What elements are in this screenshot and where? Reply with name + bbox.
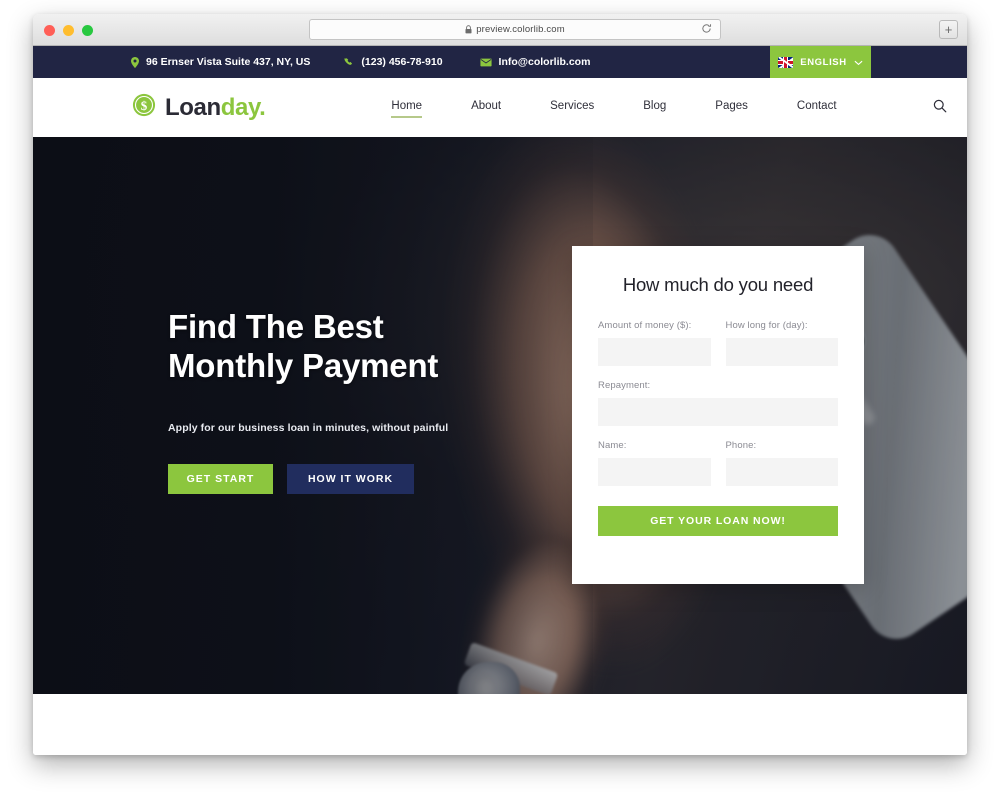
url-text: preview.colorlib.com — [476, 24, 565, 35]
field-name: Name: — [598, 440, 711, 486]
contact-phone: (123) 456-78-910 — [344, 56, 443, 68]
page-viewport: 96 Ernser Vista Suite 437, NY, US (123) … — [33, 46, 967, 755]
logo-accent: day. — [220, 93, 266, 121]
loan-application-form: How much do you need Amount of money ($)… — [572, 246, 864, 584]
site-header: $ Loanday. Home About Services Blog Page… — [33, 78, 967, 137]
minimize-window-button[interactable] — [63, 25, 74, 36]
nav-item-blog[interactable]: Blog — [643, 100, 666, 116]
chevron-down-icon — [854, 53, 863, 71]
contact-address: 96 Ernser Vista Suite 437, NY, US — [131, 56, 310, 68]
contact-email: Info@colorlib.com — [479, 56, 591, 68]
field-amount-of-money: Amount of money ($): — [598, 320, 711, 366]
repayment-input[interactable] — [598, 398, 838, 426]
nav-item-contact[interactable]: Contact — [797, 100, 837, 116]
envelope-icon — [479, 58, 492, 67]
name-input[interactable] — [598, 458, 711, 486]
field-how-long-for: How long for (day): — [725, 320, 838, 366]
top-contact-bar: 96 Ernser Vista Suite 437, NY, US (123) … — [33, 46, 967, 78]
phone-input[interactable] — [725, 458, 838, 486]
browser-window: preview.colorlib.com + 96 Ernser Vista S… — [33, 14, 967, 755]
site-logo[interactable]: $ Loanday. — [132, 93, 266, 122]
how-long-for-input[interactable] — [725, 338, 838, 366]
lock-icon — [465, 25, 472, 34]
field-label-duration: How long for (day): — [725, 320, 808, 331]
form-row-repayment: Repayment: — [598, 380, 838, 426]
contact-address-text: 96 Ernser Vista Suite 437, NY, US — [146, 56, 311, 68]
hero-section: Find The Best Monthly Payment Apply for … — [33, 137, 967, 694]
field-label-phone: Phone: — [725, 440, 757, 451]
search-icon[interactable] — [933, 99, 947, 116]
form-row-name-phone: Name: Phone: — [598, 440, 838, 486]
dollar-coin-icon: $ — [132, 93, 156, 122]
language-selector[interactable]: ENGLISH — [770, 46, 871, 78]
get-your-loan-now-button[interactable]: GET YOUR LOAN NOW! — [598, 506, 838, 536]
field-label-amount: Amount of money ($): — [598, 320, 692, 331]
window-controls — [44, 25, 93, 36]
hero-subtitle: Apply for our business loan in minutes, … — [168, 421, 449, 434]
get-start-button[interactable]: GET START — [168, 463, 273, 494]
reload-icon[interactable] — [701, 21, 712, 39]
logo-text: Loanday. — [165, 93, 266, 121]
contact-phone-text: (123) 456-78-910 — [361, 56, 443, 68]
form-title: How much do you need — [622, 274, 814, 295]
nav-item-about[interactable]: About — [471, 100, 501, 116]
hero-copy: Find The Best Monthly Payment Apply for … — [168, 307, 588, 494]
field-label-repayment: Repayment: — [598, 380, 651, 391]
browser-titlebar: preview.colorlib.com + — [33, 14, 967, 46]
close-window-button[interactable] — [44, 25, 55, 36]
hero-title: Find The Best Monthly Payment — [168, 308, 439, 385]
nav-item-pages[interactable]: Pages — [715, 100, 748, 116]
amount-of-money-input[interactable] — [598, 338, 711, 366]
contact-email-text: Info@colorlib.com — [498, 56, 591, 68]
main-navigation: Home About Services Blog Pages Contact — [391, 99, 947, 118]
field-label-name: Name: — [598, 440, 627, 451]
uk-flag-icon — [778, 56, 794, 68]
svg-text:$: $ — [141, 98, 148, 113]
new-tab-button[interactable]: + — [939, 20, 958, 39]
nav-item-home[interactable]: Home — [391, 100, 422, 118]
nav-item-services[interactable]: Services — [550, 100, 594, 116]
phone-icon — [344, 57, 354, 67]
form-row-amount-duration: Amount of money ($): How long for (day): — [598, 320, 838, 366]
language-label: ENGLISH — [800, 56, 847, 68]
address-bar[interactable]: preview.colorlib.com — [309, 19, 721, 40]
field-phone: Phone: — [725, 440, 838, 486]
field-repayment: Repayment: — [598, 380, 838, 426]
maximize-window-button[interactable] — [82, 25, 93, 36]
page-bottom-section — [33, 694, 967, 755]
how-it-work-button[interactable]: HOW IT WORK — [287, 463, 414, 494]
logo-primary: Loan — [165, 93, 221, 121]
location-pin-icon — [131, 56, 139, 68]
hero-cta-group: GET START HOW IT WORK — [168, 463, 588, 494]
